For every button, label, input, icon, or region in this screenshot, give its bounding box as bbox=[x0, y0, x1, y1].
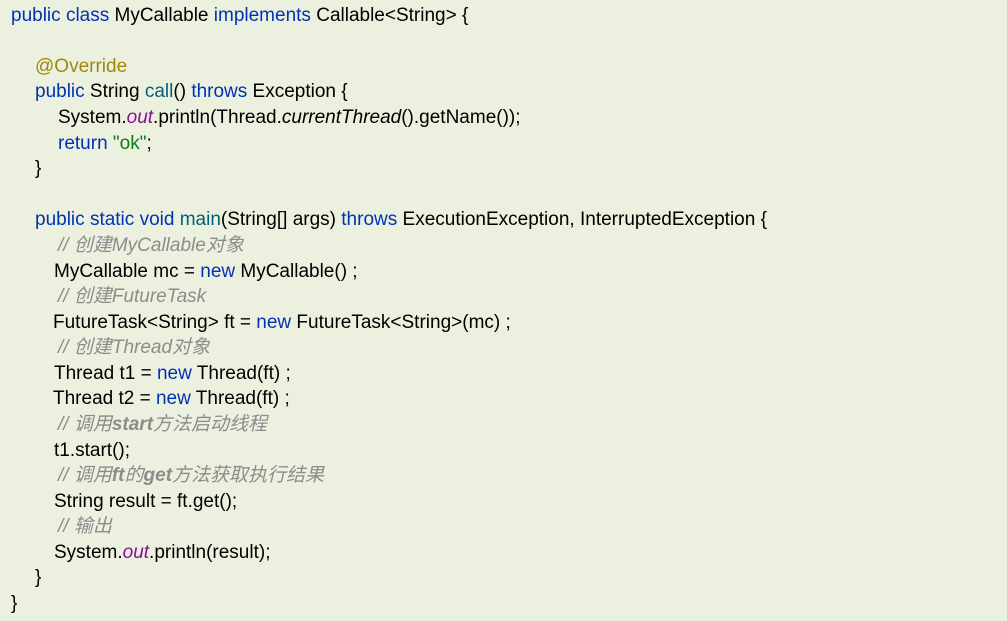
code-line-23: } bbox=[35, 565, 41, 591]
static-field: out bbox=[126, 107, 154, 128]
static-field: out bbox=[122, 542, 150, 563]
code-line-13: FutureTask<String> ft = new FutureTask<S… bbox=[53, 310, 511, 336]
code-line-10: // 创建MyCallable对象 bbox=[58, 233, 244, 259]
keyword: throws bbox=[341, 209, 398, 230]
type-name: String bbox=[84, 81, 145, 102]
code-line-9: public static void main(String[] args) t… bbox=[35, 207, 767, 233]
keyword: class bbox=[65, 5, 110, 26]
keyword: public bbox=[35, 81, 85, 102]
annotation: @Override bbox=[35, 56, 128, 77]
code-line-14: // 创建Thread对象 bbox=[58, 335, 210, 361]
comment: // 调用 bbox=[58, 465, 112, 486]
code-line-18: t1.start(); bbox=[54, 438, 130, 464]
keyword: static bbox=[89, 209, 135, 230]
comment-emphasis: start bbox=[111, 414, 154, 435]
keyword: public bbox=[11, 5, 61, 26]
code-text: .println(Thread. bbox=[153, 107, 282, 128]
code-text: Thread t1 = bbox=[54, 363, 157, 384]
code-text: Exception { bbox=[247, 81, 348, 102]
comment-emphasis: get bbox=[143, 465, 173, 486]
class-name: MyCallable bbox=[109, 5, 214, 26]
comment: 方法获取执行结果 bbox=[172, 465, 325, 486]
code-line-3: @Override bbox=[35, 54, 127, 80]
code-line-24: } bbox=[11, 591, 17, 617]
brace: } bbox=[11, 593, 18, 614]
code-text: Thread(ft) ; bbox=[191, 363, 291, 384]
method-name: call bbox=[144, 81, 174, 102]
code-line-22: System.out.println(result); bbox=[54, 540, 270, 566]
brace: } bbox=[35, 158, 42, 179]
code-text: t1.start(); bbox=[54, 440, 131, 461]
code-text: FutureTask<String>(mc) ; bbox=[291, 312, 511, 333]
code-text: System. bbox=[54, 542, 123, 563]
code-text: Thread(ft) ; bbox=[190, 388, 290, 409]
code-text: MyCallable() ; bbox=[235, 261, 358, 282]
code-line-19: // 调用ft的get方法获取执行结果 bbox=[58, 463, 324, 489]
keyword: new bbox=[256, 312, 292, 333]
comment: // 创建Thread对象 bbox=[58, 337, 211, 358]
comment: 的 bbox=[124, 465, 144, 486]
keyword: implements bbox=[213, 5, 311, 26]
code-text: .println(result); bbox=[149, 542, 271, 563]
code-text: ExecutionException, InterruptedException… bbox=[397, 209, 767, 230]
comment: // 调用 bbox=[58, 414, 112, 435]
code-line-20: String result = ft.get(); bbox=[54, 489, 237, 515]
code-text: ().getName()); bbox=[401, 107, 521, 128]
comment: 方法启动线程 bbox=[153, 414, 268, 435]
keyword: new bbox=[155, 388, 191, 409]
code-line-21: // 输出 bbox=[58, 514, 112, 540]
code-text: () bbox=[173, 81, 192, 102]
code-line-12: // 创建FutureTask bbox=[58, 284, 206, 310]
code-line-4: public String call() throws Exception { bbox=[35, 79, 348, 105]
code-line-7: } bbox=[35, 156, 41, 182]
code-text: System. bbox=[58, 107, 127, 128]
keyword: new bbox=[200, 261, 236, 282]
code-text: MyCallable mc = bbox=[54, 261, 201, 282]
code-text: (String[] args) bbox=[220, 209, 342, 230]
string-literal: "ok" bbox=[112, 133, 147, 154]
keyword: new bbox=[156, 363, 192, 384]
keyword: throws bbox=[191, 81, 248, 102]
comment: // 创建MyCallable对象 bbox=[58, 235, 244, 256]
keyword: return bbox=[58, 133, 108, 154]
code-editor: public class MyCallable implements Calla… bbox=[0, 0, 1007, 621]
method-name: main bbox=[179, 209, 221, 230]
code-line-17: // 调用start方法启动线程 bbox=[58, 412, 267, 438]
brace: } bbox=[35, 567, 42, 588]
code-line-6: return "ok"; bbox=[58, 131, 152, 157]
static-method: currentThread bbox=[281, 107, 402, 128]
code-text: String result = ft.get(); bbox=[54, 491, 238, 512]
code-line-16: Thread t2 = new Thread(ft) ; bbox=[53, 386, 290, 412]
type-name: Callable<String> { bbox=[310, 5, 469, 26]
code-line-15: Thread t1 = new Thread(ft) ; bbox=[54, 361, 291, 387]
keyword: void bbox=[139, 209, 175, 230]
comment-emphasis: ft bbox=[111, 465, 125, 486]
code-line-1: public class MyCallable implements Calla… bbox=[11, 3, 468, 29]
code-text: FutureTask<String> ft = bbox=[53, 312, 257, 333]
code-line-11: MyCallable mc = new MyCallable() ; bbox=[54, 259, 358, 285]
comment: // 创建FutureTask bbox=[58, 286, 207, 307]
code-line-5: System.out.println(Thread.currentThread(… bbox=[58, 105, 521, 131]
comment: // 输出 bbox=[58, 516, 112, 537]
code-text: ; bbox=[146, 133, 152, 154]
keyword: public bbox=[35, 209, 85, 230]
code-text: Thread t2 = bbox=[53, 388, 156, 409]
